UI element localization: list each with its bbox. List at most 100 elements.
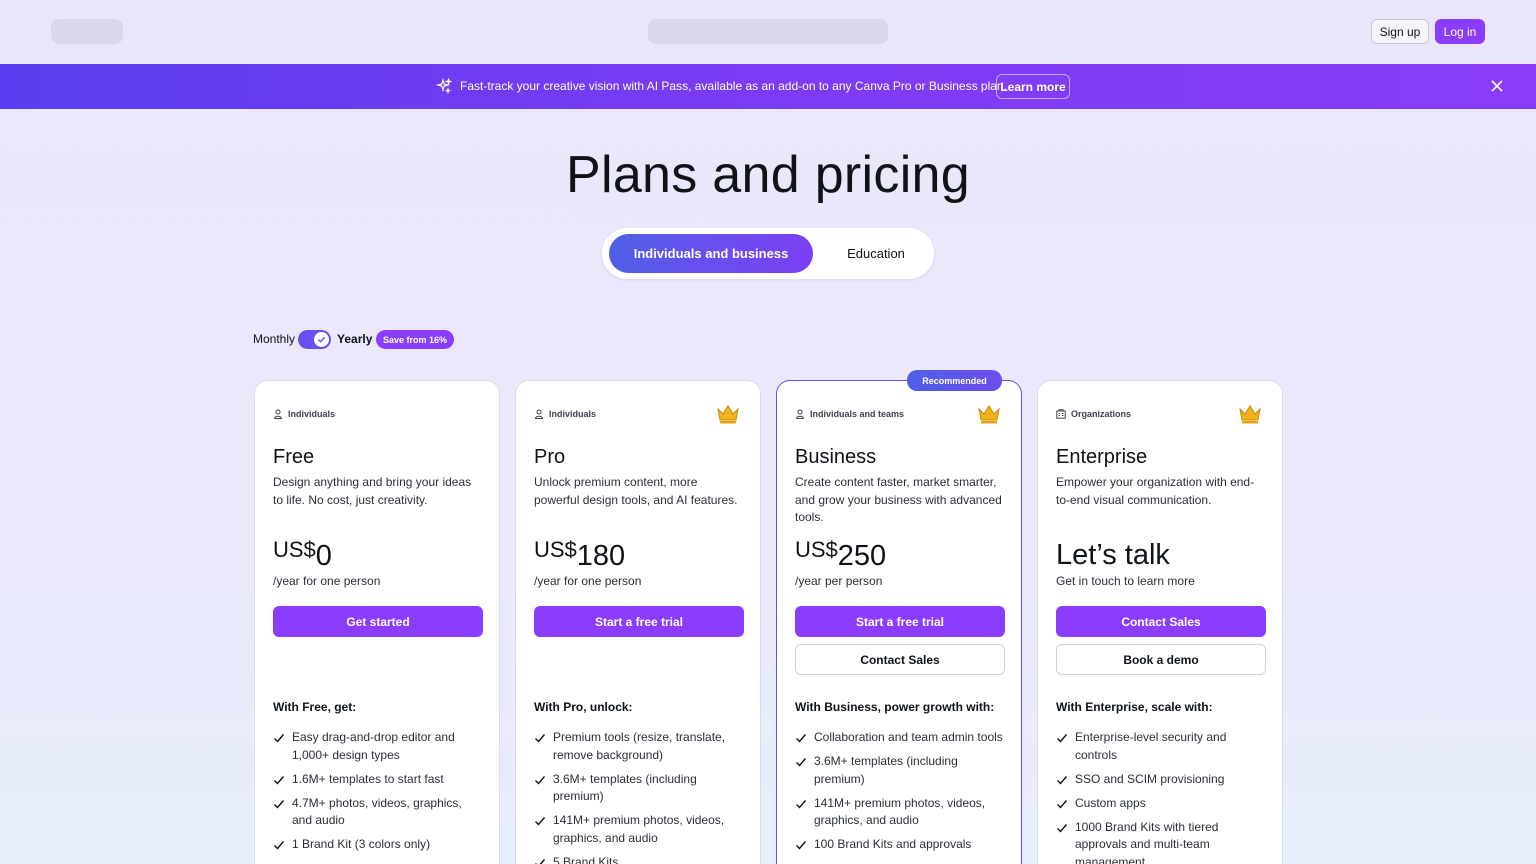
- feature-list: Collaboration and team admin tools 3.6M+…: [795, 729, 1007, 860]
- plan-description: Empower your organization with end-to-en…: [1056, 475, 1255, 507]
- list-item: 5 Brand Kits: [534, 854, 746, 864]
- start-free-trial-button[interactable]: Start a free trial: [795, 606, 1005, 637]
- top-nav: Sign up Log in: [0, 0, 1536, 64]
- logo-placeholder[interactable]: [51, 19, 123, 44]
- learn-more-button[interactable]: Learn more: [996, 74, 1070, 99]
- list-item: Enterprise-level security and controls: [1056, 729, 1268, 764]
- sparkle-icon: [436, 78, 452, 94]
- plan-price: US$ 0: [273, 537, 332, 573]
- price-currency: US$: [273, 537, 316, 562]
- list-item: Custom apps: [1056, 795, 1268, 813]
- price-period: Get in touch to learn more: [1056, 574, 1195, 588]
- plan-card-enterprise: Organizations Enterprise Empower your or…: [1037, 380, 1283, 864]
- check-icon: [274, 799, 285, 809]
- price-period: /year per person: [795, 574, 883, 588]
- contact-sales-button[interactable]: Contact Sales: [795, 644, 1005, 675]
- page-title: Plans and pricing: [565, 146, 970, 204]
- list-item: Collaboration and team admin tools: [795, 729, 1007, 747]
- toggle-knob: [314, 332, 329, 347]
- list-item: 1 Brand Kit (3 colors only): [273, 836, 485, 854]
- audience-segmented-control: Individuals and business Education: [602, 228, 934, 279]
- check-icon: [274, 734, 285, 743]
- check-icon: [535, 817, 546, 826]
- check-icon: [274, 775, 285, 785]
- plan-card-pro: Individuals Pro Unlock premium content, …: [515, 380, 761, 864]
- recommended-badge: Recommended: [907, 370, 1002, 391]
- list-item: 3.6M+ templates (including premium): [534, 771, 746, 806]
- list-item: Premium tools (resize, translate, remove…: [534, 729, 746, 764]
- contact-sales-button[interactable]: Contact Sales: [1056, 606, 1266, 637]
- check-icon: [1057, 734, 1068, 743]
- plan-audience-label: Individuals: [549, 409, 597, 419]
- tab-education[interactable]: Education: [824, 234, 928, 273]
- features-heading: With Pro, unlock:: [534, 700, 633, 714]
- plan-name: Pro: [534, 446, 566, 468]
- check-icon: [317, 336, 326, 343]
- plan-audience-label: Individuals and teams: [810, 409, 905, 419]
- list-item: 4.7M+ photos, videos, graphics, and audi…: [273, 795, 485, 830]
- plan-price: US$ 180: [534, 537, 625, 573]
- feature-list: Easy drag-and-drop editor and 1,000+ des…: [273, 729, 485, 860]
- check-icon: [796, 734, 807, 743]
- building-icon: [1056, 409, 1066, 419]
- book-demo-button[interactable]: Book a demo: [1056, 644, 1266, 675]
- list-item: 100 Brand Kits and approvals: [795, 836, 1007, 854]
- plan-card-business: Individuals and teams Business Create co…: [776, 380, 1022, 864]
- plan-name: Business: [795, 446, 877, 468]
- list-item: Easy drag-and-drop editor and 1,000+ des…: [273, 729, 485, 764]
- price-currency: US$: [795, 537, 838, 562]
- plan-price: US$ 250: [795, 537, 886, 573]
- price-amount: 0: [315, 540, 332, 572]
- list-item: 1000 Brand Kits with tiered approvals an…: [1056, 819, 1268, 864]
- crown-icon: [717, 405, 739, 424]
- list-item: SSO and SCIM provisioning: [1056, 771, 1268, 789]
- feature-list: Premium tools (resize, translate, remove…: [534, 729, 746, 864]
- log-in-button[interactable]: Log in: [1435, 19, 1485, 44]
- plan-description: Create content faster, market smarter, a…: [795, 475, 1002, 524]
- banner-text: Fast-track your creative vision with AI …: [460, 79, 1007, 93]
- check-icon: [535, 775, 546, 785]
- plan-card-free: Individuals Free Design anything and bri…: [254, 380, 500, 864]
- billing-monthly-label[interactable]: Monthly: [253, 332, 295, 346]
- plan-audience: Organizations: [1056, 409, 1131, 419]
- promo-banner: Fast-track your creative vision with AI …: [0, 64, 1536, 109]
- features-heading: With Free, get:: [273, 700, 357, 714]
- feature-list: Enterprise-level security and controls S…: [1056, 729, 1268, 864]
- billing-toggle[interactable]: [298, 330, 331, 349]
- plan-audience-label: Individuals: [288, 409, 336, 419]
- check-icon: [796, 799, 807, 809]
- plan-price: Let’s talk: [1056, 539, 1170, 571]
- check-icon: [535, 734, 546, 743]
- close-icon[interactable]: [1490, 79, 1504, 93]
- search-placeholder[interactable]: [648, 19, 888, 44]
- save-badge: Save from 16%: [376, 330, 455, 349]
- plan-audience: Individuals and teams: [795, 409, 904, 419]
- sign-up-button[interactable]: Sign up: [1371, 19, 1429, 44]
- billing-yearly-label[interactable]: Yearly: [337, 332, 372, 346]
- check-icon: [1057, 823, 1068, 833]
- check-icon: [274, 841, 285, 850]
- plan-audience: Individuals: [534, 409, 596, 419]
- plan-audience-label: Organizations: [1071, 409, 1132, 419]
- person-icon: [795, 409, 805, 419]
- plan-name: Enterprise: [1056, 446, 1148, 468]
- list-item: 141M+ premium photos, videos, graphics, …: [534, 812, 746, 847]
- price-period: /year for one person: [273, 574, 381, 588]
- plan-description: Unlock premium content, more powerful de…: [534, 475, 738, 507]
- plan-name: Free: [273, 446, 315, 468]
- list-item: 3.6M+ templates (including premium): [795, 753, 1007, 788]
- tab-individuals-and-business[interactable]: Individuals and business: [609, 234, 813, 273]
- price-period: /year for one person: [534, 574, 642, 588]
- crown-icon: [1239, 405, 1261, 424]
- person-icon: [534, 409, 544, 419]
- features-heading: With Business, power growth with:: [795, 700, 995, 714]
- check-icon: [1057, 775, 1068, 785]
- price-amount: 180: [576, 540, 626, 572]
- check-icon: [796, 758, 807, 767]
- get-started-button[interactable]: Get started: [273, 606, 483, 637]
- check-icon: [796, 841, 807, 850]
- list-item: 1.6M+ templates to start fast: [273, 771, 485, 789]
- features-heading: With Enterprise, scale with:: [1056, 700, 1213, 714]
- start-free-trial-button[interactable]: Start a free trial: [534, 606, 744, 637]
- list-item: 141M+ premium photos, videos, graphics, …: [795, 795, 1007, 830]
